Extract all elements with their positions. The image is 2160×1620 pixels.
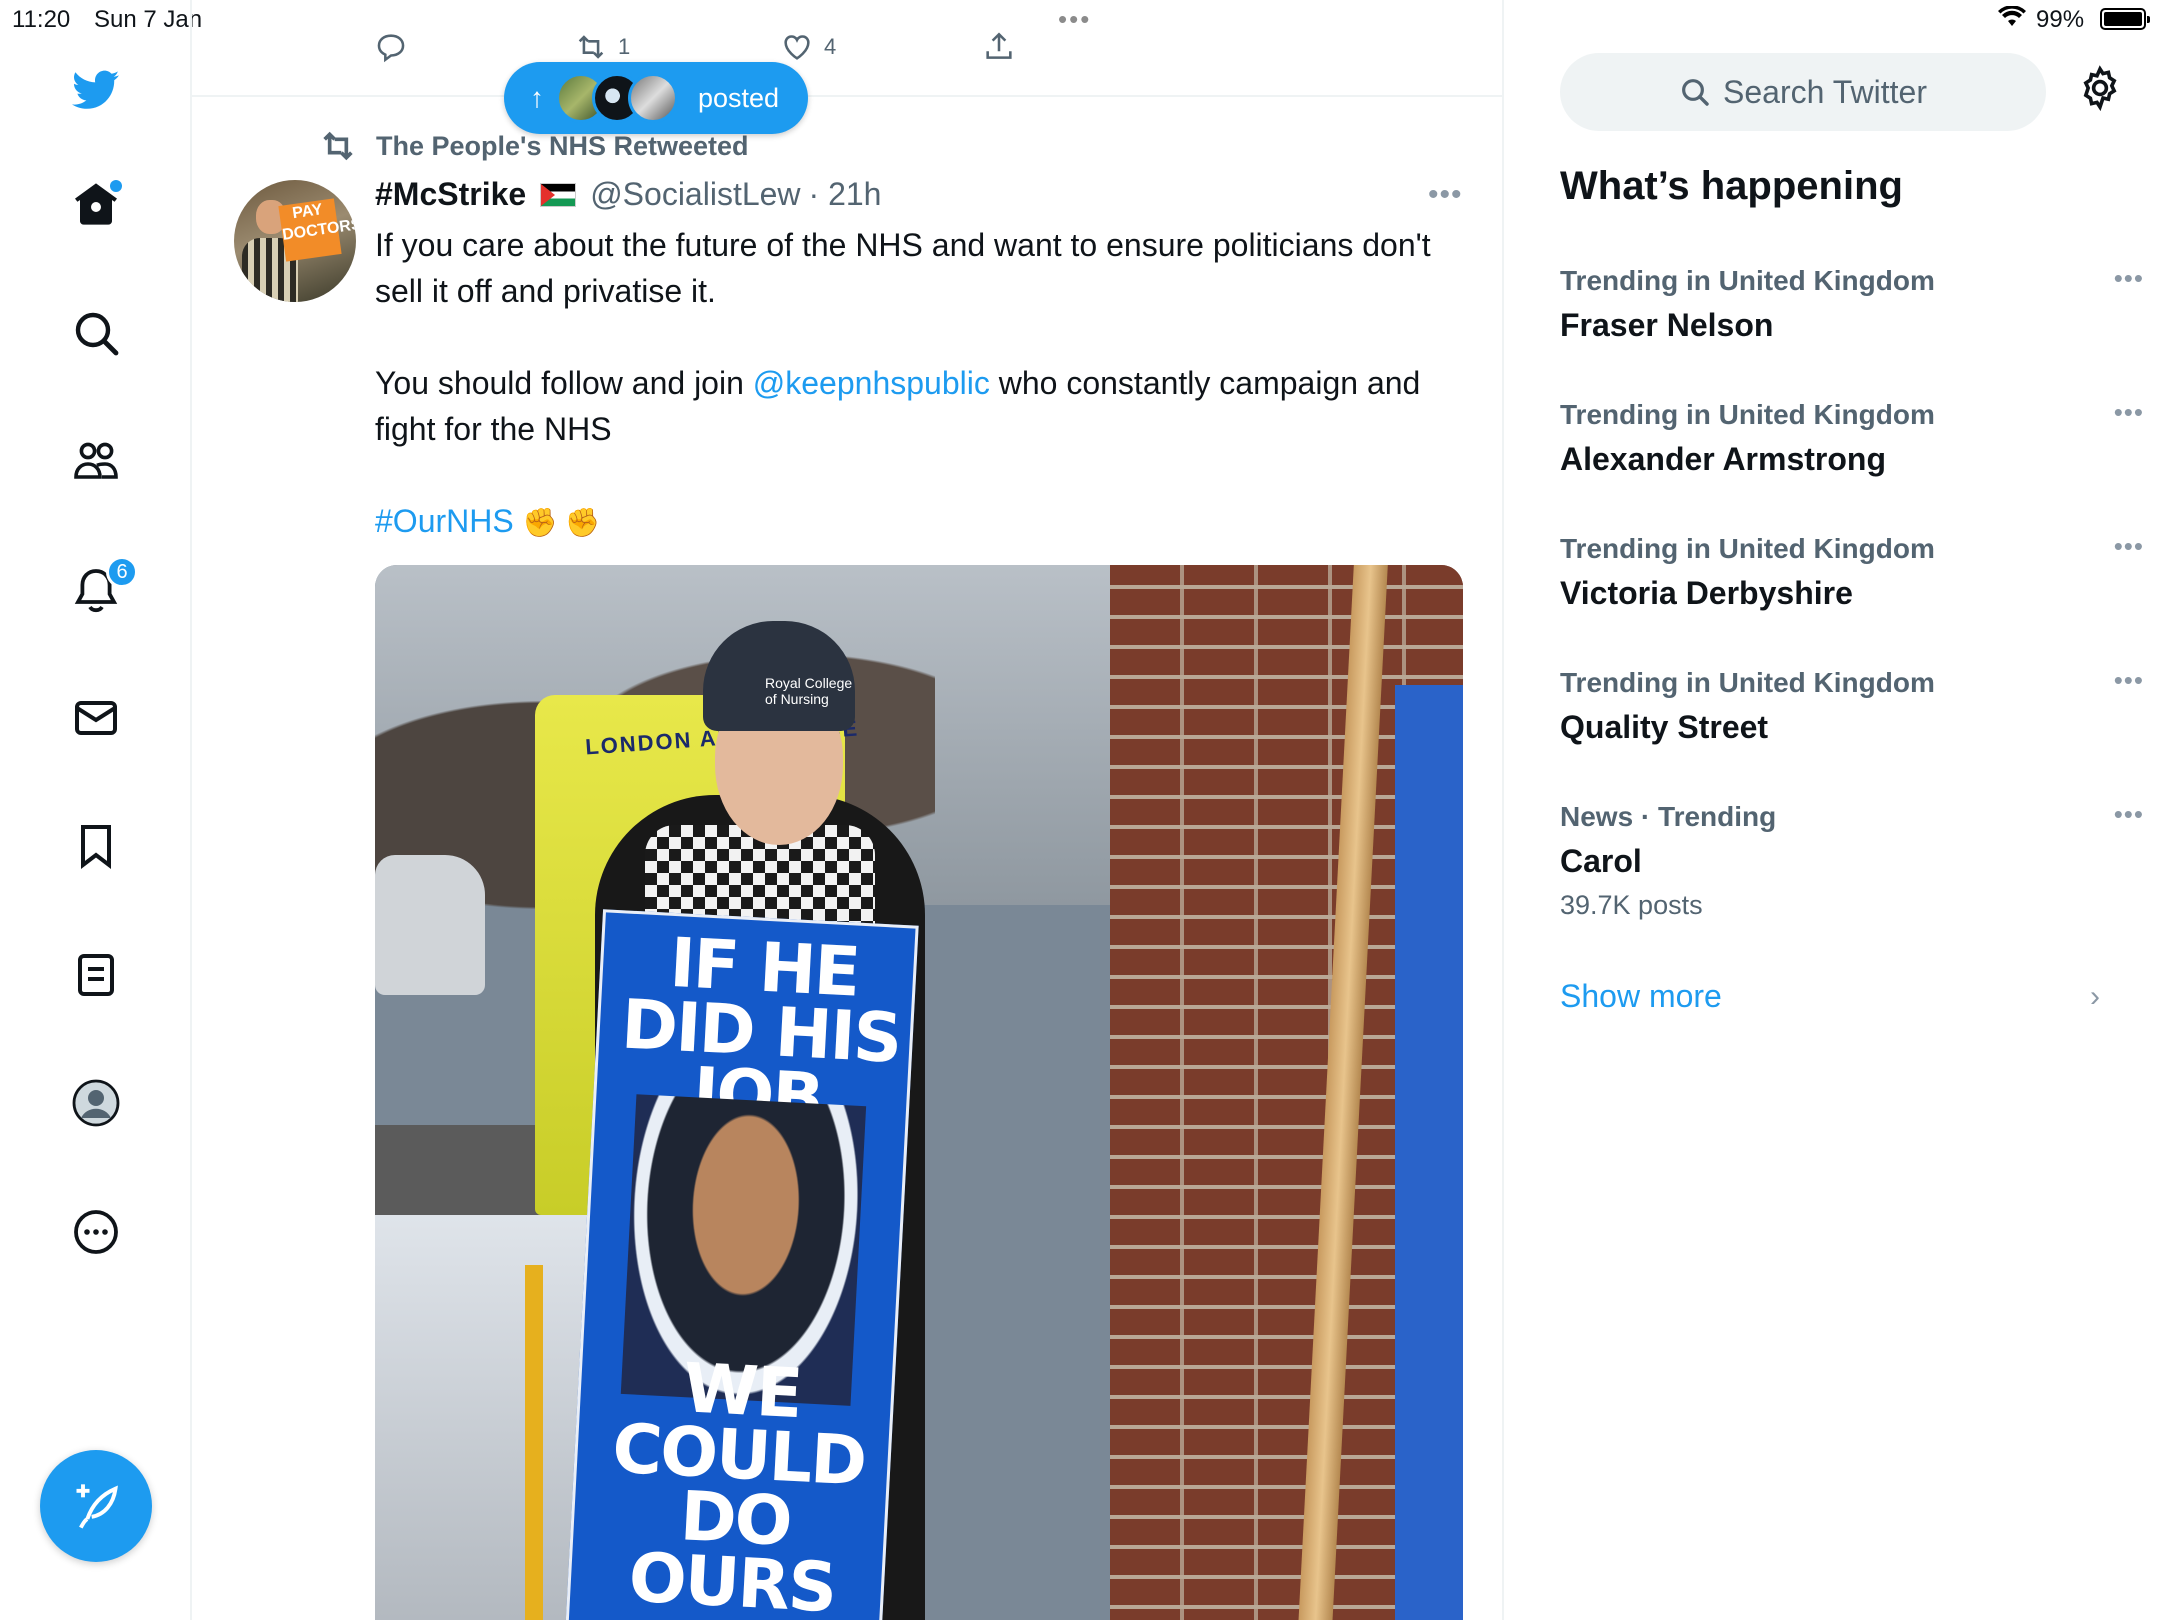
retweet-button[interactable]: 1 — [574, 30, 630, 64]
trend-title: Quality Street — [1560, 709, 1769, 745]
home-unread-dot — [110, 180, 122, 192]
battery-percent: 99% — [2036, 6, 2085, 33]
trend-item[interactable]: Trending in United Kingdom Alexander Arm… — [1560, 397, 2143, 483]
share-button[interactable] — [982, 30, 1016, 64]
trend-item[interactable]: Trending in United Kingdom Quality Stree… — [1560, 665, 2143, 751]
search-icon[interactable] — [68, 305, 124, 361]
messages-icon[interactable] — [68, 690, 124, 746]
communities-icon[interactable] — [68, 433, 124, 489]
notifications-icon[interactable]: 6 — [68, 556, 138, 618]
search-placeholder: Search Twitter — [1723, 73, 1927, 110]
tweet-time[interactable]: · 21h — [809, 176, 882, 213]
mention-link[interactable]: @keepnhspublic — [753, 365, 990, 401]
retweet-icon — [578, 35, 604, 59]
hashtag-link[interactable]: #OurNHS — [375, 503, 514, 539]
more-icon[interactable] — [68, 1204, 124, 1260]
retweet-count: 1 — [618, 34, 631, 59]
placard-bottom-text: WE COULD DO OURS — [610, 1349, 867, 1620]
search-icon — [1682, 79, 1709, 106]
battery-icon — [2100, 8, 2150, 30]
tweet-header: #McStrike @SocialistLew · 21h — [375, 176, 881, 213]
raised-fist-emoji: ✊ ✊ — [522, 507, 601, 538]
compose-feather-icon — [76, 1484, 118, 1529]
twitter-logo-icon[interactable] — [68, 62, 124, 118]
trend-more-button[interactable]: ••• — [2114, 665, 2144, 696]
trend-context: Trending in United Kingdom — [1560, 265, 1935, 296]
show-more-link[interactable]: Show more — [1560, 978, 1722, 1015]
search-input[interactable]: Search Twitter — [1560, 53, 2046, 131]
trend-title: Fraser Nelson — [1560, 307, 1774, 343]
arrow-up-icon: ↑ — [530, 82, 544, 113]
lists-icon[interactable] — [68, 947, 124, 1003]
wifi-icon — [1998, 5, 2026, 35]
avatar-sign-text: PAY DOCTORS — [278, 198, 356, 262]
tweet-more-button[interactable]: ••• — [1428, 178, 1463, 212]
left-nav: 6 — [0, 0, 192, 1620]
like-count: 4 — [824, 34, 837, 59]
trend-more-button[interactable]: ••• — [2114, 397, 2144, 428]
trend-item[interactable]: Trending in United Kingdom Fraser Nelson… — [1560, 263, 2143, 349]
main-feed: 1 4 ↑ posted The People's NHS Retweeted … — [192, 0, 1504, 1620]
share-icon — [986, 32, 1012, 59]
bookmarks-icon[interactable] — [68, 818, 124, 874]
retweeted-by-label: The People's NHS Retweeted — [376, 130, 749, 161]
trend-more-button[interactable]: ••• — [2114, 531, 2144, 562]
placard: IF HE DID HIS JOB WE COULD DO OURS — [563, 909, 919, 1620]
trend-more-button[interactable]: ••• — [2114, 799, 2144, 830]
trend-title: Carol — [1560, 843, 1642, 879]
trend-context: Trending in United Kingdom — [1560, 399, 1935, 430]
trend-context: Trending in United Kingdom — [1560, 533, 1935, 564]
retweet-icon — [323, 131, 353, 161]
avatar — [628, 73, 678, 123]
tweet-text: If you care about the future of the NHS … — [375, 222, 1435, 546]
whats-happening-heading: What’s happening — [1560, 164, 1903, 208]
author-name[interactable]: #McStrike — [375, 176, 526, 213]
trend-post-count: 39.7K posts — [1560, 890, 1703, 920]
trend-item[interactable]: Trending in United Kingdom Victoria Derb… — [1560, 531, 2143, 617]
trend-context: News · Trending — [1560, 801, 1777, 832]
reply-button[interactable] — [374, 30, 408, 64]
profile-icon[interactable] — [68, 1075, 124, 1131]
new-posts-label: posted — [698, 82, 780, 113]
trend-item[interactable]: News · Trending Carol 39.7K posts ••• — [1560, 799, 2143, 923]
chevron-right-icon: › — [2090, 980, 2100, 1013]
trend-title: Alexander Armstrong — [1560, 441, 1886, 477]
tweet-paragraph: If you care about the future of the NHS … — [375, 227, 1431, 309]
heart-icon — [784, 35, 810, 60]
tweet-paragraph: You should follow and join @keepnhspubli… — [375, 360, 1435, 452]
trend-context: Trending in United Kingdom — [1560, 667, 1935, 698]
previous-tweet-actions: 1 4 — [192, 0, 1502, 97]
trend-title: Victoria Derbyshire — [1560, 575, 1853, 611]
home-icon[interactable] — [68, 176, 124, 232]
tweet-text-span: You should follow and join — [375, 365, 753, 401]
palestine-flag-icon — [540, 182, 577, 207]
author-handle[interactable]: @SocialistLew — [590, 176, 800, 213]
trend-more-button[interactable]: ••• — [2114, 263, 2144, 294]
beanie-text: Royal College of Nursing — [765, 675, 853, 707]
like-button[interactable]: 4 — [780, 30, 836, 64]
compose-button[interactable] — [40, 1450, 152, 1562]
notifications-badge: 6 — [106, 556, 138, 588]
tweet-photo[interactable]: LONDON AMBULANCE Royal College of Nursin… — [375, 565, 1463, 1620]
new-posts-pill[interactable]: ↑ posted — [504, 62, 808, 134]
tweet-paragraph: #OurNHS ✊ ✊ — [375, 498, 1435, 546]
settings-gear-icon[interactable] — [2076, 64, 2124, 112]
reply-icon — [377, 34, 405, 63]
author-avatar[interactable]: PAY DOCTORS — [234, 180, 356, 302]
